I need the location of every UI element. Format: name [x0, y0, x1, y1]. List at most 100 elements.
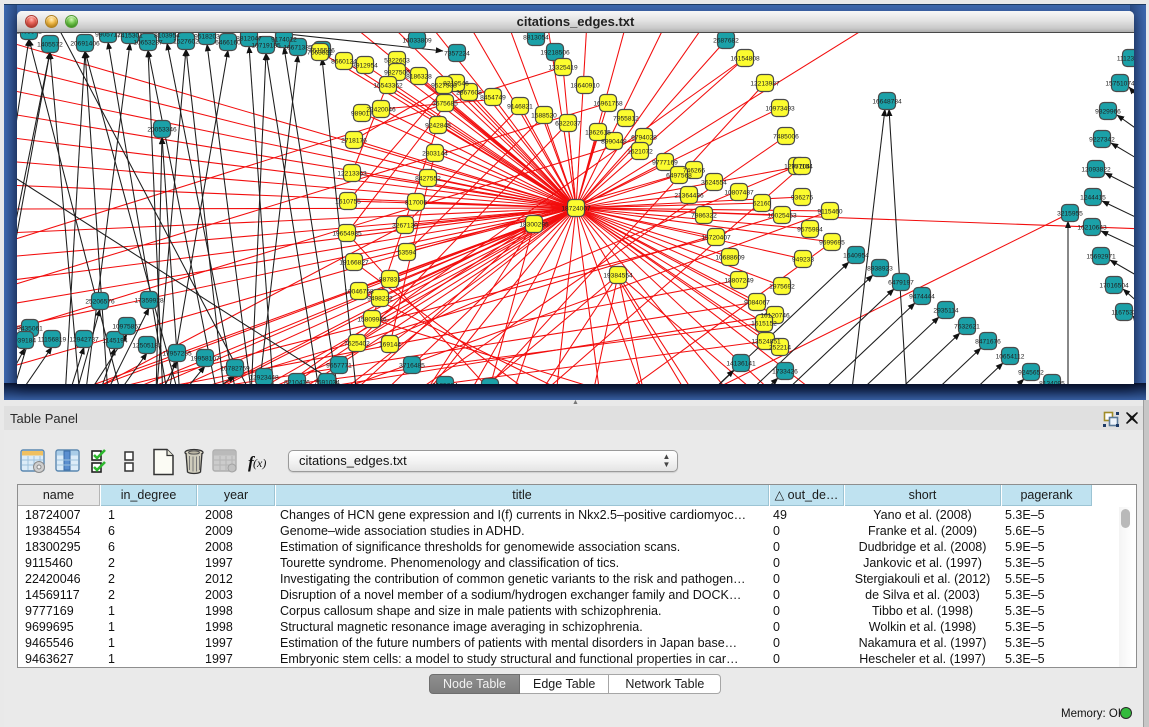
svg-text:3267130: 3267130 [392, 222, 418, 229]
svg-text:8186328: 8186328 [406, 73, 432, 80]
svg-text:2718176: 2718176 [341, 137, 367, 144]
svg-text:2687682: 2687682 [713, 37, 739, 44]
svg-text:16210643: 16210643 [1077, 224, 1107, 231]
svg-text:9242848: 9242848 [425, 122, 451, 129]
svg-text:9084067: 9084067 [744, 299, 770, 306]
svg-text:8454749: 8454749 [480, 94, 506, 101]
svg-text:(x): (x) [253, 456, 266, 470]
svg-text:10654112: 10654112 [996, 353, 1025, 360]
svg-text:9474444: 9474444 [909, 293, 935, 300]
svg-text:7986322: 7986322 [691, 212, 717, 219]
svg-text:887831: 887831 [379, 276, 401, 283]
svg-text:2935114: 2935114 [933, 307, 959, 314]
svg-text:1244415: 1244415 [1080, 194, 1106, 201]
svg-text:25206576: 25206576 [85, 298, 115, 305]
svg-text:7632621: 7632621 [954, 323, 980, 330]
svg-text:9329966: 9329966 [1095, 108, 1121, 115]
svg-text:8427552: 8427552 [415, 175, 441, 182]
svg-text:2867608: 2867608 [456, 89, 482, 96]
svg-text:19166827: 19166827 [339, 259, 369, 266]
svg-text:7663822: 7663822 [307, 49, 333, 56]
svg-text:19958107: 19958107 [190, 355, 220, 362]
svg-text:16648784: 16648784 [872, 98, 902, 105]
svg-text:9174012: 9174012 [271, 36, 297, 43]
svg-text:16961758: 16961758 [593, 100, 623, 107]
svg-text:1405572: 1405572 [37, 41, 63, 48]
svg-text:3716485: 3716485 [399, 362, 425, 369]
svg-text:16782759: 16782759 [220, 365, 250, 372]
svg-text:1145194: 1145194 [102, 337, 128, 344]
svg-text:12505185: 12505185 [132, 342, 162, 349]
svg-text:20691406: 20691406 [70, 40, 100, 47]
svg-text:10046758: 10046758 [344, 288, 374, 295]
svg-text:3675685: 3675685 [432, 100, 458, 107]
svg-text:1615152: 1615152 [751, 320, 777, 327]
svg-text:12923448: 12923448 [249, 374, 279, 381]
svg-text:1588520: 1588520 [531, 112, 557, 119]
svg-text:949233: 949233 [792, 256, 814, 263]
svg-text:6479197: 6479197 [888, 279, 914, 286]
svg-text:21364436: 21364436 [674, 192, 704, 199]
svg-text:8938923: 8938923 [867, 265, 893, 272]
svg-text:1405572: 1405572 [17, 33, 42, 35]
svg-text:3624554: 3624554 [701, 179, 727, 186]
svg-text:7625402: 7625402 [344, 340, 370, 347]
svg-text:6322037: 6322037 [555, 120, 581, 127]
svg-text:14136141: 14136141 [726, 360, 756, 367]
svg-text:10688609: 10688609 [715, 254, 745, 261]
svg-text:9827506: 9827506 [384, 69, 410, 76]
svg-text:8210476: 8210476 [284, 379, 310, 384]
svg-text:3215955: 3215955 [1057, 210, 1083, 217]
svg-text:7357224: 7357224 [444, 50, 470, 57]
svg-text:19654985: 19654985 [332, 230, 362, 237]
svg-text:7955812: 7955812 [613, 115, 639, 122]
svg-text:62160: 62160 [753, 200, 772, 207]
svg-text:18807249: 18807249 [724, 277, 754, 284]
svg-text:1167533: 1167533 [1111, 309, 1134, 316]
svg-text:12093822: 12093822 [1081, 166, 1111, 173]
svg-text:8812047: 8812047 [236, 35, 262, 42]
svg-text:10807487: 10807487 [724, 189, 754, 196]
svg-text:17359928: 17359928 [134, 297, 164, 304]
svg-text:16120746: 16120746 [760, 312, 790, 319]
svg-text:15809946: 15809946 [357, 316, 387, 323]
svg-text:16033809: 16033809 [402, 37, 432, 44]
svg-text:18300295: 18300295 [519, 221, 549, 228]
svg-text:6497568: 6497568 [666, 172, 692, 179]
svg-text:8471676: 8471676 [975, 338, 1001, 345]
svg-text:252214: 252214 [769, 344, 791, 351]
svg-text:16154808: 16154808 [730, 55, 760, 62]
svg-text:1640954: 1640954 [843, 252, 869, 259]
svg-text:1621072: 1621072 [627, 148, 653, 155]
svg-text:8990448: 8990448 [601, 138, 627, 145]
svg-text:9657771: 9657771 [326, 362, 352, 369]
svg-text:11123045: 11123045 [1117, 55, 1134, 62]
svg-text:12942737: 12942737 [69, 336, 99, 343]
svg-text:1733426: 1733426 [772, 368, 798, 375]
svg-text:6794028: 6794028 [631, 134, 657, 141]
svg-text:17957255: 17957255 [162, 350, 192, 357]
svg-text:15720407: 15720407 [701, 234, 731, 241]
svg-text:9699695: 9699695 [819, 239, 845, 246]
svg-text:12213363: 12213363 [337, 170, 367, 177]
svg-text:12213987: 12213987 [750, 80, 780, 87]
svg-text:20053346: 20053346 [147, 126, 177, 133]
svg-text:1610755: 1610755 [335, 198, 361, 205]
svg-text:8813054: 8813054 [523, 34, 549, 41]
svg-text:16543362: 16543362 [373, 82, 403, 89]
svg-text:53594: 53594 [398, 249, 417, 256]
svg-text:18640910: 18640910 [570, 82, 600, 89]
svg-text:19384554: 19384554 [603, 272, 633, 279]
svg-text:10975857: 10975857 [112, 323, 142, 330]
svg-text:751154: 751154 [791, 163, 813, 170]
svg-text:13325419: 13325419 [548, 64, 578, 71]
svg-text:1975692: 1975692 [769, 283, 795, 290]
svg-text:19218506: 19218506 [540, 49, 570, 56]
svg-text:939184: 939184 [17, 337, 36, 344]
svg-text:10653287: 10653287 [133, 39, 163, 46]
svg-text:10025453: 10025453 [767, 212, 797, 219]
svg-text:7485006: 7485006 [773, 133, 799, 140]
svg-text:1362615: 1362615 [585, 129, 611, 136]
svg-text:9435061: 9435061 [17, 325, 43, 332]
svg-text:10719185: 10719185 [251, 42, 281, 49]
